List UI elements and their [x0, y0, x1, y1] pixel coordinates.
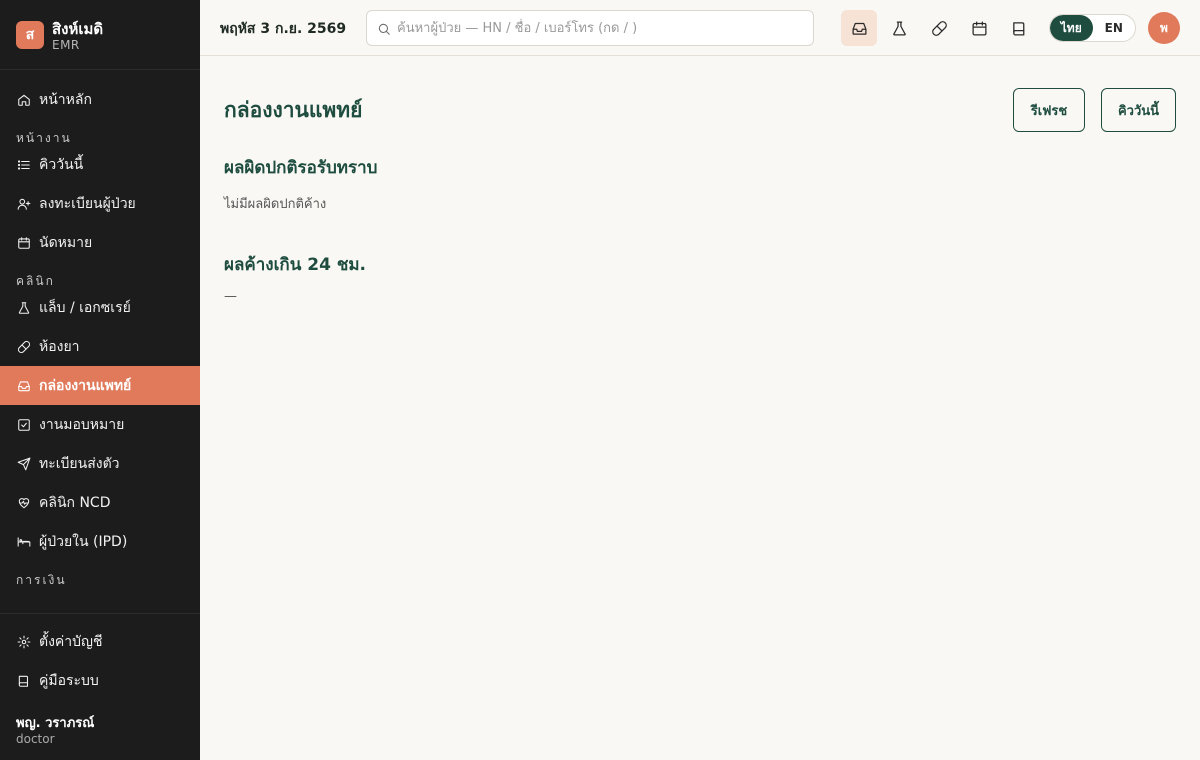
- sidebar-item-label: คิววันนี้: [39, 156, 84, 173]
- lab-button[interactable]: [881, 10, 917, 46]
- sidebar-item-doctor-inbox[interactable]: กล่องงานแพทย์: [0, 366, 200, 405]
- nav-section-clinic: คลินิก: [16, 274, 55, 288]
- page-title: กล่องงานแพทย์: [224, 98, 363, 122]
- send-icon: [17, 457, 31, 471]
- sidebar-item-ncd-clinic[interactable]: คลินิก NCD: [0, 483, 200, 522]
- sidebar-item-label: นัดหมาย: [39, 234, 93, 251]
- user-name: พญ. วราภรณ์: [16, 716, 95, 731]
- book-icon: [1011, 20, 1028, 37]
- sidebar-item-queue-today[interactable]: คิววันนี้: [0, 145, 200, 184]
- sidebar-item-tasks[interactable]: งานมอบหมาย: [0, 405, 200, 444]
- pending-results-empty: —: [224, 289, 237, 304]
- sidebar-item-label: ห้องยา: [39, 338, 80, 355]
- sidebar-item-label: หน้าหลัก: [39, 91, 92, 108]
- abnormal-results-title: ผลผิดปกติรอรับทราบ: [224, 158, 378, 178]
- manual-button[interactable]: [1001, 10, 1037, 46]
- pill-icon: [17, 340, 31, 354]
- sidebar-item-register-patient[interactable]: ลงทะเบียนผู้ป่วย: [0, 184, 200, 223]
- top-bar: พฤหัส 3 ก.ย. 2569 ไทย EN พ: [200, 0, 1200, 56]
- sidebar-item-label: ทะเบียนส่งตัว: [39, 455, 120, 472]
- refresh-button[interactable]: รีเฟรช: [1013, 88, 1085, 132]
- sidebar-item-label: คลินิก NCD: [39, 494, 111, 511]
- heart-pulse-icon: [17, 496, 31, 510]
- calendar-icon: [17, 236, 31, 250]
- inbox-button[interactable]: [841, 10, 877, 46]
- abnormal-results-empty: ไม่มีผลผิดปกติค้าง: [224, 197, 327, 212]
- sidebar-nav[interactable]: หน้าหลัก หน้างาน คิววันนี้ ลงทะเบียนผู้ป…: [0, 80, 200, 613]
- sidebar-item-account-settings[interactable]: ตั้งค่าบัญชี: [0, 622, 200, 661]
- calendar-icon: [971, 20, 988, 37]
- sidebar-item-user-manual[interactable]: คู่มือระบบ: [0, 661, 200, 700]
- sidebar-item-referrals[interactable]: ทะเบียนส่งตัว: [0, 444, 200, 483]
- list-icon: [17, 158, 31, 172]
- sidebar-item-label: คู่มือระบบ: [39, 672, 99, 689]
- brand-subtitle: EMR: [52, 38, 80, 52]
- sidebar-item-home[interactable]: หน้าหลัก: [0, 80, 200, 119]
- calendar-button[interactable]: [961, 10, 997, 46]
- pill-icon: [931, 20, 948, 37]
- nav-section-finance: การเงิน: [16, 573, 67, 587]
- sidebar-item-label: ตั้งค่าบัญชี: [39, 633, 103, 650]
- sidebar-item-label: กล่องงานแพทย์: [39, 377, 132, 394]
- check-square-icon: [17, 418, 31, 432]
- bed-icon: [17, 535, 31, 549]
- current-date: พฤหัส 3 ก.ย. 2569: [220, 21, 347, 37]
- sidebar-item-pharmacy[interactable]: ห้องยา: [0, 327, 200, 366]
- sidebar-item-label: งานมอบหมาย: [39, 416, 125, 433]
- sidebar-item-label: ลงทะเบียนผู้ป่วย: [39, 195, 136, 212]
- home-icon: [17, 93, 31, 107]
- pending-results-title: ผลค้างเกิน 24 ชม.: [224, 255, 367, 275]
- nav-section-work: หน้างาน: [16, 131, 72, 145]
- sidebar-item-label: แล็บ / เอกซเรย์: [39, 299, 131, 316]
- flask-icon: [17, 301, 31, 315]
- search-icon: [377, 22, 391, 36]
- avatar[interactable]: พ: [1148, 12, 1180, 44]
- inbox-icon: [851, 20, 868, 37]
- language-toggle[interactable]: ไทย EN: [1049, 14, 1136, 42]
- queue-today-button[interactable]: คิววันนี้: [1101, 88, 1176, 132]
- sidebar-item-lab-xray[interactable]: แล็บ / เอกซเรย์: [0, 288, 200, 327]
- main-content: กล่องงานแพทย์ รีเฟรช คิววันนี้ ผลผิดปกติ…: [200, 56, 1200, 760]
- user-role: doctor: [16, 732, 55, 746]
- user-plus-icon: [17, 197, 31, 211]
- patient-search-box[interactable]: [366, 10, 814, 46]
- sidebar-item-inpatient[interactable]: ผู้ป่วยใน (IPD): [0, 522, 200, 561]
- book-icon: [17, 674, 31, 688]
- brand-logo: ส: [16, 21, 44, 49]
- sidebar-footer: ตั้งค่าบัญชี คู่มือระบบ พญ. วราภรณ์ doct…: [0, 613, 200, 760]
- sidebar: ส สิงห์เมดิ EMR หน้าหลัก หน้างาน คิววันน…: [0, 0, 200, 760]
- pharmacy-button[interactable]: [921, 10, 957, 46]
- gear-icon: [17, 635, 31, 649]
- lang-option-th[interactable]: ไทย: [1050, 15, 1093, 41]
- flask-icon: [891, 20, 908, 37]
- brand[interactable]: ส สิงห์เมดิ EMR: [0, 0, 200, 70]
- patient-search-input[interactable]: [397, 11, 807, 45]
- inbox-icon: [17, 379, 31, 393]
- lang-option-en[interactable]: EN: [1093, 15, 1136, 41]
- sidebar-item-label: ผู้ป่วยใน (IPD): [39, 533, 128, 550]
- sidebar-item-appointments[interactable]: นัดหมาย: [0, 223, 200, 262]
